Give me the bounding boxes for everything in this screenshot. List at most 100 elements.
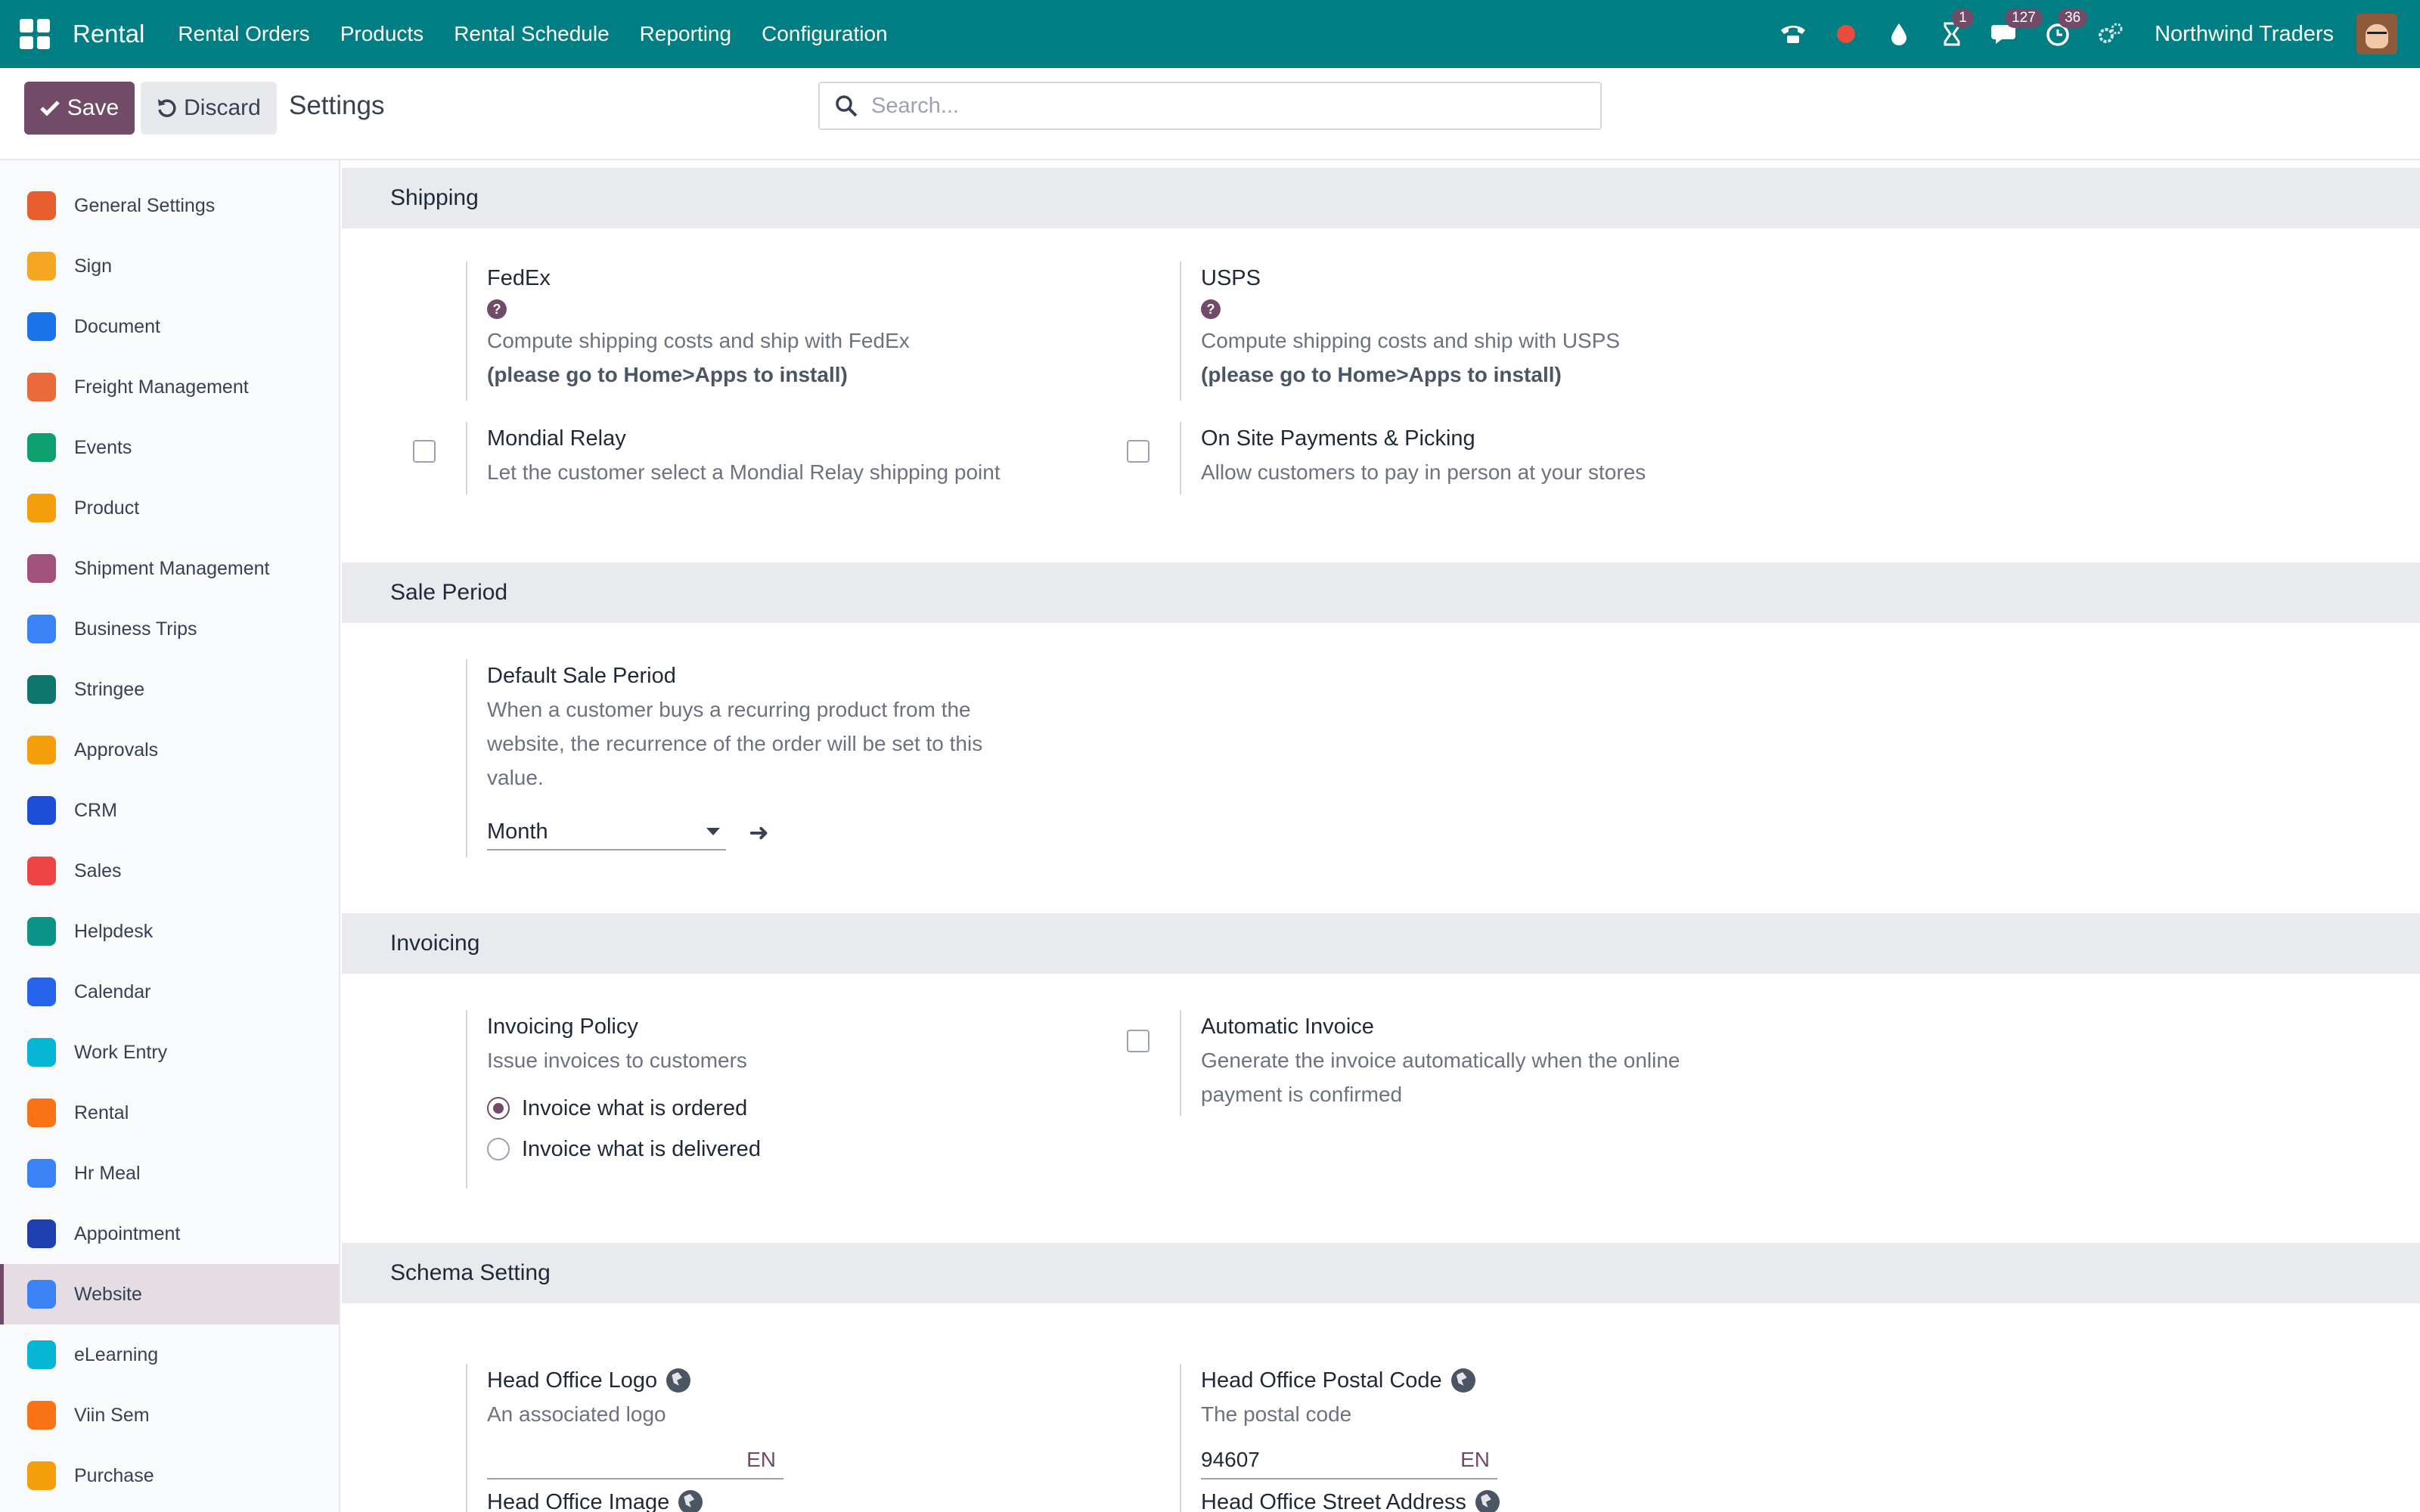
sidebar-item-label: Appointment [74,1222,181,1244]
menu-configuration[interactable]: Configuration [762,22,888,46]
radio-label: Invoice what is delivered [522,1136,761,1161]
menu-rental-schedule[interactable]: Rental Schedule [454,22,609,46]
fedex-desc: Compute shipping costs and ship with Fed… [487,329,910,352]
onsite-desc: Allow customers to pay in person at your… [1201,460,1646,484]
sale-period-title: Default Sale Period [487,664,676,688]
company-name[interactable]: Northwind Traders [2155,22,2334,47]
globe-icon[interactable] [666,1368,691,1393]
radio-label: Invoice what is ordered [522,1095,748,1120]
sidebar-item-shipment-management[interactable]: Shipment Management [0,538,339,599]
app-icon [27,1098,56,1127]
messages-badge: 127 [2005,8,2043,28]
sidebar-item-label: Calendar [74,981,151,1002]
drop-icon[interactable] [1884,19,1914,49]
invoicing-policy-desc: Issue invoices to customers [487,1049,747,1072]
sidebar-item-label: eLearning [74,1343,159,1365]
sidebar-item-stringee[interactable]: Stringee [0,659,339,720]
globe-icon[interactable] [1475,1490,1500,1512]
mondial-title: Mondial Relay [487,426,626,451]
undo-icon [158,99,176,117]
radio-invoice-ordered[interactable]: Invoice what is ordered [487,1088,1146,1129]
activities-badge: 1 [1952,8,1974,28]
app-icon [27,917,56,946]
head-office-logo-field[interactable]: EN [487,1442,783,1479]
head-office-postal-field[interactable]: 94607 EN [1201,1442,1497,1479]
sidebar-item-freight-management[interactable]: Freight Management [0,357,339,417]
radio-invoice-delivered[interactable]: Invoice what is delivered [487,1129,1146,1170]
language-switch[interactable]: EN [1460,1448,1490,1472]
auto-invoice-title: Automatic Invoice [1201,1015,1374,1039]
head-office-street-title: Head Office Street Address [1201,1490,1466,1512]
gears-icon[interactable] [2096,19,2126,49]
timer-icon[interactable]: 36 [2043,8,2088,49]
invoicing-policy-title: Invoicing Policy [487,1015,638,1039]
recording-dot-icon[interactable] [1831,19,1861,49]
hourglass-icon[interactable]: 1 [1937,8,1974,49]
sidebar-item-calendar[interactable]: Calendar [0,962,339,1022]
menu-rental-orders[interactable]: Rental Orders [178,22,309,46]
sidebar-item-appointment[interactable]: Appointment [0,1204,339,1264]
user-avatar[interactable] [2356,14,2397,54]
sidebar-item-events[interactable]: Events [0,417,339,478]
radio-button[interactable] [487,1138,510,1160]
sidebar-item-business-trips[interactable]: Business Trips [0,599,339,659]
messages-icon[interactable]: 127 [1990,8,2043,49]
sidebar-item-label: Website [74,1283,142,1305]
discard-button[interactable]: Discard [141,82,277,135]
phone-icon[interactable] [1778,19,1808,49]
menu-products[interactable]: Products [340,22,424,46]
usps-title: USPS [1201,266,1261,290]
app-icon [27,1159,56,1188]
settings-sidebar: General Settings Sign Document Freight Mana… [0,160,340,1512]
sidebar-item-hr-meal[interactable]: Hr Meal [0,1143,339,1204]
mondial-relay-checkbox[interactable] [413,440,436,463]
help-icon[interactable]: ? [487,299,507,319]
globe-icon[interactable] [1450,1368,1475,1393]
menu-reporting[interactable]: Reporting [640,22,731,46]
sidebar-item-general-settings[interactable]: General Settings [0,175,339,236]
sidebar-item-document[interactable]: Document [0,296,339,357]
search-icon [836,95,858,117]
radio-button[interactable] [487,1097,510,1120]
sidebar-item-work-entry[interactable]: Work Entry [0,1022,339,1083]
sidebar-item-approvals[interactable]: Approvals [0,720,339,780]
sidebar-item-sales[interactable]: Sales [0,841,339,901]
sidebar-item-label: Sales [74,860,122,881]
app-icon [27,736,56,764]
arrow-right-icon[interactable]: ➜ [749,818,769,847]
sidebar-item-helpdesk[interactable]: Helpdesk [0,901,339,962]
head-office-image-title: Head Office Image [487,1490,670,1512]
apps-menu-icon[interactable] [20,19,50,49]
head-office-postal-desc: The postal code [1201,1402,1352,1426]
sidebar-item-sign[interactable]: Sign [0,236,339,296]
sidebar-item-label: Purchase [74,1464,154,1486]
sale-period-select[interactable]: Month [487,814,726,850]
sidebar-item-rental[interactable]: Rental [0,1083,339,1143]
sidebar-item-crm[interactable]: CRM [0,780,339,841]
sidebar-item-product[interactable]: Product [0,478,339,538]
section-sale-period-header: Sale Period [342,562,2420,623]
top-navbar: Rental Rental Orders Products Rental Sch… [0,0,2420,68]
usps-desc: Compute shipping costs and ship with USP… [1201,329,1621,352]
head-office-logo-title: Head Office Logo [487,1368,658,1393]
sidebar-item-label: Sign [74,255,113,277]
search-box[interactable] [818,82,1602,130]
onsite-payment-checkbox[interactable] [1127,440,1150,463]
language-switch[interactable]: EN [746,1448,776,1472]
automatic-invoice-checkbox[interactable] [1127,1030,1150,1052]
control-panel: Save Discard Settings [0,68,2420,160]
sale-period-value: Month [487,819,548,844]
app-brand[interactable]: Rental [73,20,144,48]
sidebar-item-website[interactable]: Website [0,1264,339,1325]
sidebar-item-elearning[interactable]: eLearning [0,1325,339,1385]
head-office-logo-desc: An associated logo [487,1402,666,1426]
sidebar-item-label: CRM [74,799,117,821]
sidebar-item-purchase[interactable]: Purchase [0,1445,339,1506]
search-input[interactable] [871,93,1552,119]
globe-icon[interactable] [678,1490,703,1512]
help-icon[interactable]: ? [1201,299,1221,319]
sidebar-item-label: General Settings [74,194,216,216]
app-icon [27,857,56,885]
sidebar-item-viin-sem[interactable]: Viin Sem [0,1385,339,1445]
save-button[interactable]: Save [24,82,135,135]
